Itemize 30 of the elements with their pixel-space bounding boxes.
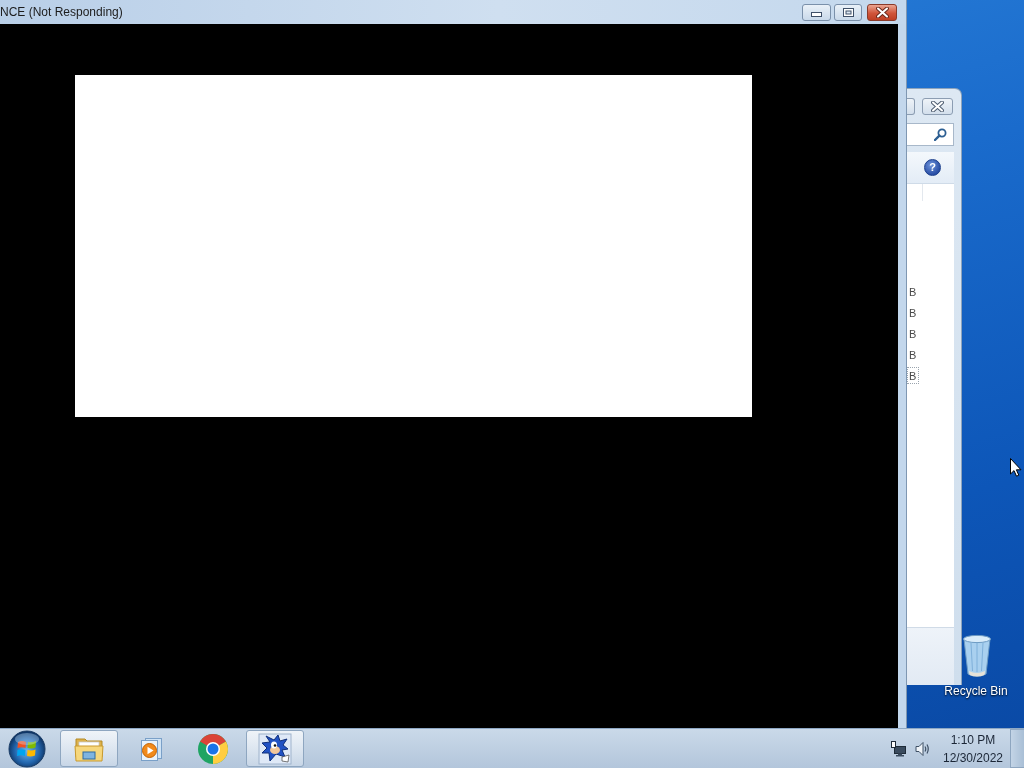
details-pane xyxy=(907,627,954,685)
speaker-icon[interactable] xyxy=(915,740,930,757)
list-item[interactable]: B xyxy=(907,283,920,300)
taskbar-button[interactable] xyxy=(246,730,304,767)
cursor-icon xyxy=(1010,458,1022,477)
list-item[interactable]: B xyxy=(907,325,920,342)
close-button[interactable] xyxy=(867,4,897,21)
browser-icon xyxy=(197,732,229,765)
folder-icon xyxy=(74,735,104,762)
maximize-icon xyxy=(842,8,854,17)
desktop-icon-label[interactable]: Recycle Bin xyxy=(944,684,1008,698)
minimize-button[interactable] xyxy=(802,4,831,21)
close-icon xyxy=(931,101,944,112)
network-icon[interactable] xyxy=(890,740,907,757)
clock-time[interactable]: 1:10 PM xyxy=(950,732,996,747)
windows-flag-icon xyxy=(8,729,46,768)
media-play-icon xyxy=(138,735,164,762)
maximize-button[interactable] xyxy=(834,4,862,21)
window-title: NCE (Not Responding) xyxy=(0,4,123,21)
list-item[interactable]: B xyxy=(907,346,920,363)
minimize-icon xyxy=(811,12,822,17)
search-field[interactable] xyxy=(907,123,954,146)
close-button[interactable] xyxy=(922,98,953,115)
list-item[interactable]: B xyxy=(907,304,920,321)
help-button[interactable]: ? xyxy=(924,159,941,176)
clock-date[interactable]: 12/30/2022 xyxy=(942,750,1004,765)
close-icon xyxy=(875,7,889,18)
start-button[interactable] xyxy=(8,729,46,768)
game-character-icon xyxy=(258,732,292,765)
search-icon xyxy=(934,128,947,141)
